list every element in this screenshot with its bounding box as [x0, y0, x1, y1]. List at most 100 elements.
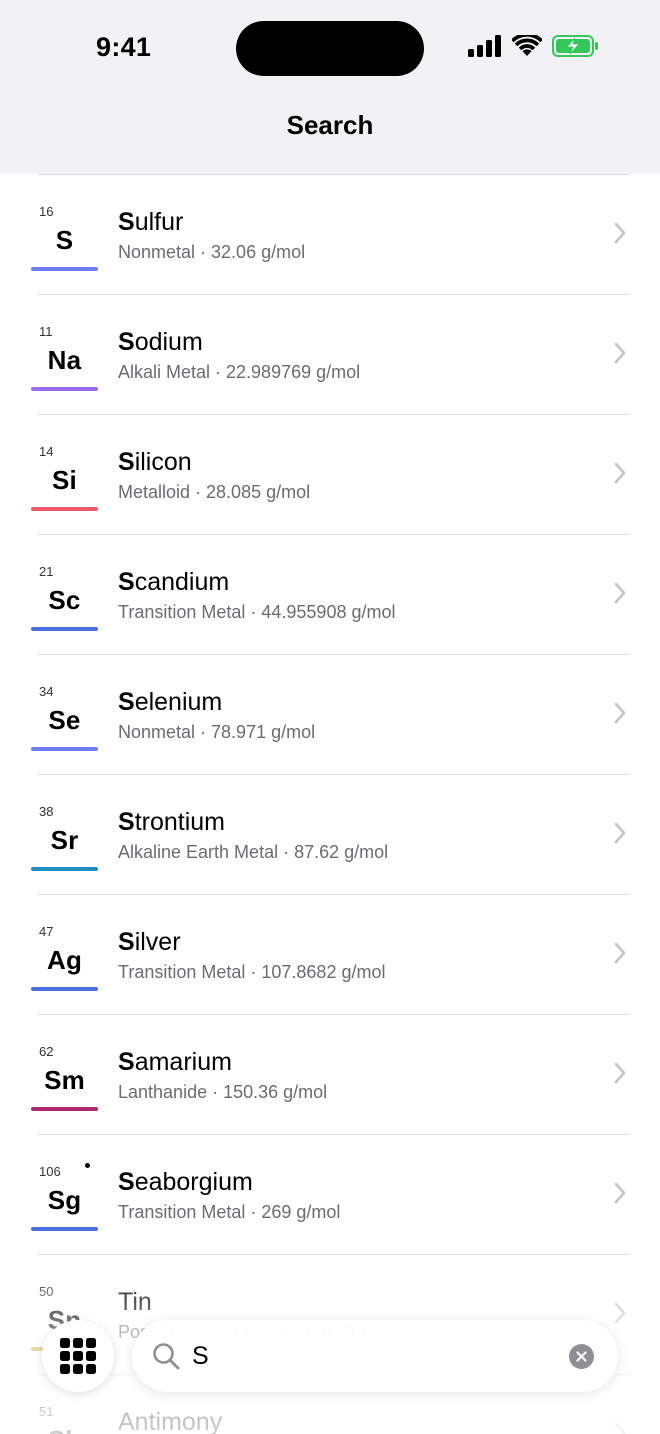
element-symbol: Sb: [31, 1425, 98, 1434]
element-tile: 16 S: [31, 199, 98, 271]
match-highlight: S: [118, 1168, 135, 1196]
element-tile: 62 Sm: [31, 1039, 98, 1111]
match-highlight: S: [118, 688, 135, 716]
category-color-bar: [31, 747, 98, 751]
element-subtitle: Nonmetal · 78.971 g/mol: [118, 722, 316, 742]
battery-charging-icon: [552, 35, 598, 57]
element-row[interactable]: 62 Sm Samarium Lanthanide · 150.36 g/mol: [0, 1014, 660, 1134]
chevron-right-icon: [614, 702, 626, 724]
element-subtitle: Nonmetal · 32.06 g/mol: [118, 242, 306, 262]
element-tile: 51 Sb: [31, 1399, 98, 1434]
atomic-number: 38: [39, 804, 54, 819]
element-tile: 21 Sc: [31, 559, 98, 631]
radioactive-indicator-icon: [85, 1163, 90, 1168]
element-tile: 47 Ag: [31, 919, 98, 991]
chevron-right-icon: [614, 942, 626, 964]
chevron-right-icon: [614, 1062, 626, 1084]
element-row[interactable]: 14 Si Silicon Metalloid · 28.085 g/mol: [0, 414, 660, 534]
element-subtitle: Metalloid · 28.085 g/mol: [118, 482, 311, 502]
name-remainder: eaborgium: [134, 1168, 253, 1196]
atomic-number: 11: [39, 324, 53, 339]
atomic-number: 51: [39, 1404, 54, 1419]
element-name: Sodium: [118, 328, 203, 357]
element-name: Seaborgium: [118, 1168, 253, 1197]
element-row[interactable]: 34 Se Selenium Nonmetal · 78.971 g/mol: [0, 654, 660, 774]
element-symbol: Na: [47, 345, 82, 375]
element-symbol: Sc: [48, 585, 81, 615]
search-results-list: 16 S Sulfur Nonmetal · 32.06 g/mol 11 Na…: [0, 174, 660, 1434]
match-highlight: S: [118, 928, 135, 956]
search-icon: [153, 1343, 180, 1370]
element-row[interactable]: 21 Sc Scandium Transition Metal · 44.955…: [0, 534, 660, 654]
match-highlight: S: [118, 1048, 135, 1076]
element-subtitle: Transition Metal · 269 g/mol: [118, 1202, 341, 1222]
dynamic-island: [236, 21, 424, 76]
chevron-right-icon: [614, 222, 626, 244]
atomic-number: 47: [39, 924, 54, 939]
element-row[interactable]: 16 S Sulfur Nonmetal · 32.06 g/mol: [0, 174, 660, 294]
wifi-icon: [512, 35, 542, 56]
name-remainder: trontium: [134, 808, 225, 836]
element-subtitle: Transition Metal · 107.8682 g/mol: [118, 962, 386, 982]
category-color-bar: [31, 987, 98, 991]
element-symbol: Ag: [46, 945, 83, 975]
match-highlight: S: [118, 328, 135, 356]
grid-icon: [60, 1338, 96, 1374]
chevron-right-icon: [614, 462, 626, 484]
chevron-right-icon: [614, 582, 626, 604]
category-color-bar: [31, 387, 98, 391]
match-highlight: S: [118, 568, 135, 596]
element-name: Tin: [118, 1288, 152, 1317]
category-color-bar: [31, 867, 98, 871]
element-tile: 38 Sr: [31, 799, 98, 871]
element-subtitle: Alkaline Earth Metal · 87.62 g/mol: [118, 842, 389, 862]
element-symbol: S: [55, 225, 74, 255]
element-tile: 14 Si: [31, 439, 98, 511]
element-tile: 34 Se: [31, 679, 98, 751]
chevron-right-icon: [614, 342, 626, 364]
match-highlight: S: [118, 448, 135, 476]
element-name: Samarium: [118, 1048, 232, 1077]
element-row[interactable]: 11 Na Sodium Alkali Metal · 22.989769 g/…: [0, 294, 660, 414]
element-tile: 106 Sg: [31, 1159, 98, 1231]
search-input[interactable]: [192, 1342, 552, 1371]
chevron-right-icon: [614, 1422, 626, 1434]
element-symbol: Sm: [44, 1065, 85, 1095]
close-icon: [576, 1351, 587, 1362]
atomic-number: 50: [39, 1284, 54, 1299]
element-name: Selenium: [118, 688, 222, 717]
periodic-table-button[interactable]: [42, 1320, 114, 1392]
clear-search-button[interactable]: [569, 1344, 594, 1369]
element-name: Scandium: [118, 568, 229, 597]
element-name: Sulfur: [118, 208, 183, 237]
element-subtitle: Lanthanide · 150.36 g/mol: [118, 1082, 328, 1102]
category-color-bar: [31, 267, 98, 271]
element-row[interactable]: 38 Sr Strontium Alkaline Earth Metal · 8…: [0, 774, 660, 894]
element-name: Silicon: [118, 448, 192, 477]
name-remainder: ulfur: [134, 208, 184, 236]
name-remainder: elenium: [134, 688, 223, 716]
atomic-number: 16: [39, 204, 54, 219]
chevron-right-icon: [614, 1182, 626, 1204]
page-title: Search: [286, 110, 374, 140]
atomic-number: 14: [39, 444, 54, 459]
atomic-number: 106: [39, 1164, 61, 1179]
atomic-number: 62: [39, 1044, 54, 1059]
name-remainder: ilver: [134, 928, 181, 956]
category-color-bar: [31, 627, 98, 631]
element-name: Antimony: [118, 1408, 222, 1434]
cellular-signal-icon: [468, 35, 501, 57]
element-row[interactable]: 47 Ag Silver Transition Metal · 107.8682…: [0, 894, 660, 1014]
element-row[interactable]: 106 Sg Seaborgium Transition Metal · 269…: [0, 1134, 660, 1254]
status-time: 9:41: [96, 32, 152, 62]
element-subtitle: Alkali Metal · 22.989769 g/mol: [118, 362, 361, 382]
search-bar[interactable]: [132, 1320, 618, 1392]
name-remainder: amarium: [134, 1048, 232, 1076]
name-remainder: ilicon: [134, 448, 192, 476]
category-color-bar: [31, 1227, 98, 1231]
chevron-right-icon: [614, 822, 626, 844]
element-symbol: Si: [52, 465, 77, 495]
element-symbol: Sr: [50, 825, 79, 855]
element-name: Strontium: [118, 808, 225, 837]
name-remainder: Tin: [118, 1288, 152, 1316]
